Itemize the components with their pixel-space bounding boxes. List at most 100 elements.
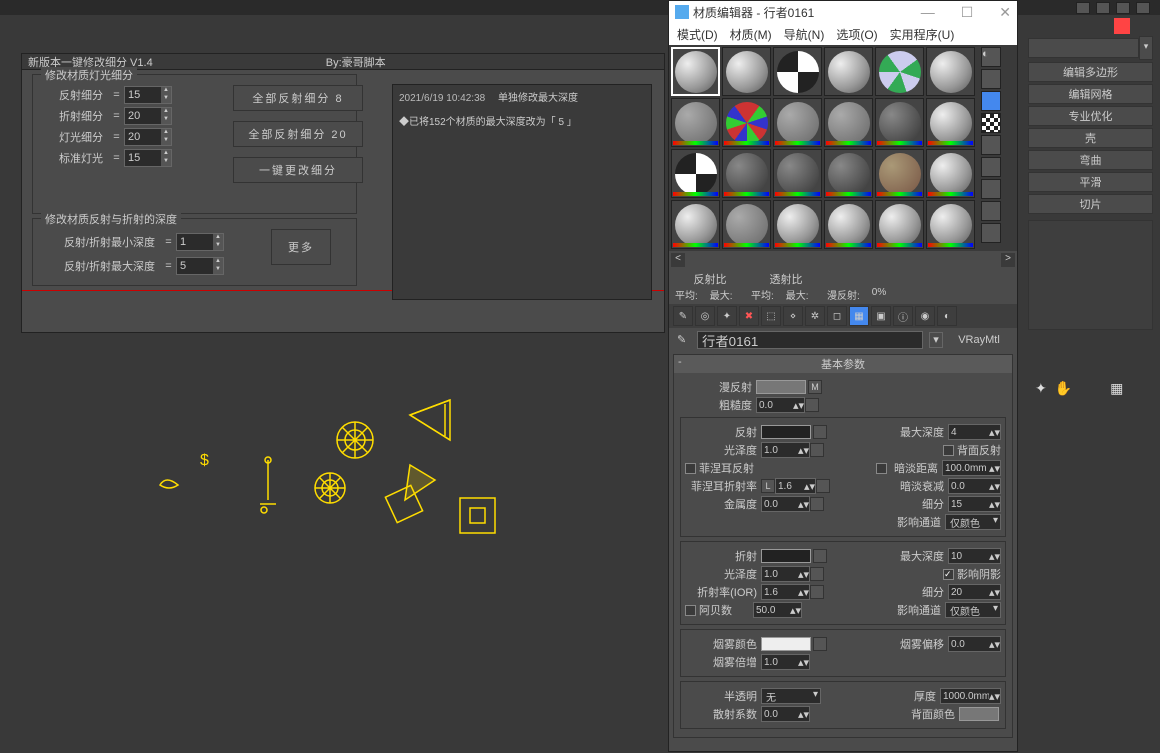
sample-slot[interactable] [671, 149, 720, 198]
tool-icon[interactable]: ✋ [1055, 380, 1072, 397]
light-subdiv-spinner[interactable]: ▲▼ [124, 128, 172, 146]
menu-nav[interactable]: 导航(N) [784, 26, 825, 43]
sample-slot[interactable] [773, 200, 822, 249]
sample-slot[interactable] [722, 200, 771, 249]
window-titlebar[interactable]: 材质编辑器 - 行者0161 — ☐ ✕ [669, 1, 1017, 23]
refr-swatch[interactable] [761, 549, 811, 563]
maxd-refl-spinner[interactable]: ▴▾ [948, 424, 1001, 440]
tool-icon[interactable]: ⋄ [783, 306, 803, 326]
sample-slot[interactable] [773, 98, 822, 147]
affect-select[interactable]: 仅颜色 [945, 602, 1001, 618]
tool-icon[interactable]: ◎ [695, 306, 715, 326]
palette-button[interactable] [981, 69, 1001, 89]
onekey-button[interactable]: 一键更改细分 [233, 157, 363, 183]
more-button[interactable]: 更多 [271, 229, 331, 265]
max-depth-spinner[interactable]: ▲▼ [176, 257, 224, 275]
palette-button[interactable]: ◐ [981, 47, 1001, 67]
diffuse-swatch[interactable] [756, 380, 806, 394]
refr-subdiv-spinner[interactable]: ▲▼ [124, 107, 172, 125]
refl-swatch[interactable] [761, 425, 811, 439]
sample-slot[interactable] [773, 149, 822, 198]
top-icon-3[interactable] [1116, 2, 1130, 14]
palette-swatch-red[interactable] [1114, 18, 1130, 34]
minimize-icon[interactable]: — [921, 4, 935, 21]
dropdown-arrow-icon[interactable]: ▾ [1139, 36, 1153, 60]
menu-mode[interactable]: 模式(D) [677, 26, 718, 43]
translucent-select[interactable]: 无 [761, 688, 821, 704]
maximize-icon[interactable]: ☐ [961, 4, 974, 21]
affect-select[interactable]: 仅颜色 [945, 514, 1001, 530]
tool-icon[interactable]: ⬚ [761, 306, 781, 326]
tool-icon[interactable]: ◐ [937, 306, 957, 326]
tool-icon[interactable]: ◉ [915, 306, 935, 326]
sample-slot[interactable] [824, 98, 873, 147]
top-icon-1[interactable] [1076, 2, 1090, 14]
fresnel-check[interactable] [685, 463, 696, 474]
sample-slot[interactable] [926, 200, 975, 249]
min-depth-spinner[interactable]: ▲▼ [176, 233, 224, 251]
mod-edit-mesh[interactable]: 编辑网格 [1028, 84, 1153, 104]
sample-slot[interactable] [875, 200, 924, 249]
tool-icon[interactable]: ◻ [827, 306, 847, 326]
sample-slot[interactable] [824, 47, 873, 96]
sample-slot[interactable] [926, 47, 975, 96]
sample-slot[interactable] [875, 149, 924, 198]
sample-slot[interactable] [671, 47, 720, 96]
mod-slice[interactable]: 切片 [1028, 194, 1153, 214]
mod-shell[interactable]: 壳 [1028, 128, 1153, 148]
fogcol-swatch[interactable] [761, 637, 811, 651]
mod-smooth[interactable]: 平滑 [1028, 172, 1153, 192]
sample-slot[interactable] [875, 47, 924, 96]
sample-slot[interactable] [926, 98, 975, 147]
menu-options[interactable]: 选项(O) [836, 26, 877, 43]
affshadow-check[interactable] [943, 569, 954, 580]
palette-button[interactable] [981, 179, 1001, 199]
sample-slot[interactable] [722, 98, 771, 147]
palette-button[interactable] [981, 135, 1001, 155]
gloss-spinner[interactable]: ▴▾ [761, 442, 810, 458]
tool-icon[interactable]: ▦ [849, 306, 869, 326]
checker-icon[interactable] [981, 113, 1001, 133]
dim-check[interactable] [876, 463, 887, 474]
refl-subdiv-spinner[interactable]: ▲▼ [124, 86, 172, 104]
backcol-swatch[interactable] [959, 707, 999, 721]
top-icon-2[interactable] [1096, 2, 1110, 14]
eyedropper-icon[interactable]: ✎ [677, 333, 691, 347]
rough-spinner[interactable]: ▴▾ [756, 397, 805, 413]
sample-slot[interactable] [773, 47, 822, 96]
sample-slot[interactable] [824, 149, 873, 198]
tool-icon[interactable]: ✲ [805, 306, 825, 326]
material-name-input[interactable] [697, 331, 923, 349]
material-type[interactable]: VRayMtl [949, 334, 1009, 346]
delete-icon[interactable]: ✖ [739, 306, 759, 326]
menu-material[interactable]: 材质(M) [730, 26, 772, 43]
scroll-right-icon[interactable]: > [1001, 253, 1015, 267]
palette-button[interactable] [981, 201, 1001, 221]
mod-bend[interactable]: 弯曲 [1028, 150, 1153, 170]
palette-button[interactable] [981, 157, 1001, 177]
sample-slot[interactable] [722, 149, 771, 198]
rollout-header[interactable]: -基本参数 [674, 355, 1012, 373]
map-button[interactable] [805, 398, 819, 412]
viewport[interactable]: $ [150, 370, 550, 570]
sample-slot[interactable] [824, 200, 873, 249]
abbe-check[interactable] [685, 605, 696, 616]
menu-utils[interactable]: 实用程序(U) [890, 26, 955, 43]
mod-edit-poly[interactable]: 编辑多边形 [1028, 62, 1153, 82]
eyedropper-icon[interactable]: ✎ [673, 306, 693, 326]
all-refl-20-button[interactable]: 全部反射细分 20 [233, 121, 363, 147]
all-refl-8-button[interactable]: 全部反射细分 8 [233, 85, 363, 111]
tool-icon[interactable]: ✦ [1035, 380, 1047, 397]
close-icon[interactable]: ✕ [999, 4, 1011, 21]
sample-slot[interactable] [722, 47, 771, 96]
modifier-dropdown[interactable] [1028, 38, 1139, 58]
sample-slot[interactable] [875, 98, 924, 147]
tool-icon[interactable]: ✦ [717, 306, 737, 326]
std-light-spinner[interactable]: ▲▼ [124, 149, 172, 167]
palette-button[interactable] [981, 223, 1001, 243]
sample-slot[interactable] [671, 98, 720, 147]
dropdown-arrow-icon[interactable]: ▾ [929, 332, 943, 348]
sample-slot[interactable] [926, 149, 975, 198]
diffuse-map-button[interactable]: M [808, 380, 822, 394]
tool-icon[interactable]: ▣ [871, 306, 891, 326]
